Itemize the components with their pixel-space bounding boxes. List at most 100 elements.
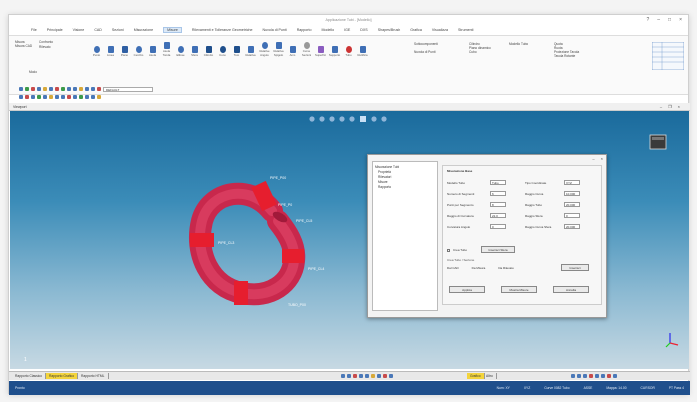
view-tool-icon[interactable] [329,116,335,122]
ribbon-item[interactable]: Modello Tubo [509,42,528,46]
mini-map-icon[interactable] [652,42,684,70]
menu-item[interactable]: Grafica [410,28,422,32]
tool-icon[interactable] [97,95,101,99]
tool-icon[interactable] [19,95,23,99]
nav-icon[interactable] [613,374,617,378]
tool-icon[interactable] [31,87,35,91]
close-icon[interactable]: × [679,17,682,23]
tool-icon[interactable] [91,95,95,99]
ribbon-tool[interactable]: Cono [217,46,228,57]
nav-icon[interactable] [595,374,599,378]
view-tool-icon[interactable] [349,116,355,122]
field-input[interactable]: 8 [490,202,506,207]
menu-item[interactable]: Rapporto [297,28,312,32]
mode-option[interactable]: Rilevato [39,45,51,49]
menu-item[interactable]: Shapes/Brush [378,28,401,32]
menu-item[interactable]: CAD [94,28,102,32]
ribbon-tool[interactable]: Linea [105,46,116,57]
tool-icon[interactable] [43,95,47,99]
field-input[interactable]: 0 [564,213,580,218]
menu-item[interactable]: Misure [163,27,182,33]
ribbon-item[interactable]: Nuvola di Punti [414,50,474,54]
tool-icon[interactable] [91,87,95,91]
tab-html-report[interactable]: Rapporto HTML [78,373,109,379]
tab-graphic-report[interactable]: Rapporto Grafico [45,373,79,379]
ribbon-tool[interactable]: Cilindro [203,46,214,57]
menu-item[interactable]: IGE [344,28,350,32]
nav-icon[interactable] [341,374,345,378]
field-input[interactable]: 20.000 [564,224,580,229]
view-tool-icon[interactable] [339,116,345,122]
tool-icon[interactable] [85,87,89,91]
tab-classic-report[interactable]: Rapporto Classico [12,373,46,379]
nav-icon[interactable] [389,374,393,378]
ribbon-tool[interactable]: Relativa [245,46,256,57]
tool-icon[interactable] [67,87,71,91]
view-tool-icon[interactable] [371,116,377,122]
ribbon-tool[interactable]: Arco [287,46,298,57]
ribbon-tool[interactable]: Curve Sezioni [301,42,312,57]
field-input[interactable]: Tubo [490,180,506,185]
menu-item[interactable]: Nuvola di Punti [263,28,287,32]
tool-icon[interactable] [73,87,77,91]
nav-icon[interactable] [359,374,363,378]
field-input[interactable]: 10.000 [564,191,580,196]
mode-option[interactable]: Confronto [39,40,53,44]
menu-item[interactable]: DXS [360,28,367,32]
check-create[interactable]: Crea Tubo [447,248,467,252]
tab-other[interactable]: Altro [483,373,497,379]
tool-icon[interactable] [31,95,35,99]
menu-item[interactable]: Misurazione [134,28,153,32]
field-input[interactable]: 0 [490,224,506,229]
cancel-button[interactable]: Annulla [553,286,589,293]
ribbon-tool[interactable]: Ellisse [175,46,186,57]
nav-icon[interactable] [601,374,605,378]
view-tool-icon[interactable] [381,116,387,122]
tool-icon[interactable] [97,87,101,91]
nav-icon[interactable] [577,374,581,378]
menu-item[interactable]: Strumenti [458,28,473,32]
radio-option[interactable]: Da Misura [472,266,486,270]
insert-button[interactable]: Inserisci [561,264,589,271]
ribbon-item[interactable]: Tavola Rotante [554,54,604,58]
viewport-tab[interactable]: Viewport [13,105,27,109]
minimize-icon[interactable]: – [660,104,662,109]
3d-viewport[interactable]: 1 PIPE_P00 PIPE_P0 PIPE_CL5 PIPE_CL3 PIP… [10,111,689,369]
nav-icon[interactable] [347,374,351,378]
restore-icon[interactable]: ❐ [668,104,672,109]
pipe-segment[interactable] [234,281,248,305]
menu-item[interactable]: File [31,28,37,32]
ribbon-tool[interactable]: Superfici [315,46,326,57]
tool-icon[interactable] [61,87,65,91]
close-icon[interactable]: × [678,104,680,109]
tool-icon[interactable] [61,95,65,99]
nav-icon[interactable] [365,374,369,378]
view-tool-icon[interactable] [319,116,325,122]
checkbox[interactable] [447,248,450,252]
ribbon-tool[interactable]: Relativa Spigolo [273,42,284,57]
tool-icon[interactable] [85,95,89,99]
tab-graph[interactable]: Grafico [467,373,485,379]
menu-item[interactable]: Principale [47,28,63,32]
nav-icon[interactable] [583,374,587,378]
ribbon-tool[interactable]: Relative Angolo [259,42,270,57]
layer-combo[interactable]: DEFAULT [103,86,153,92]
tool-icon[interactable] [49,87,53,91]
tool-icon[interactable] [43,87,47,91]
menu-item[interactable]: Modello [322,28,335,32]
insert-sphere-button[interactable]: Inserisci Sfera [481,246,515,253]
field-input[interactable]: XYZ [564,180,580,185]
field-input[interactable]: 6 [490,191,506,196]
field-input[interactable]: 20.000 [564,202,580,207]
ribbon-tool[interactable]: Sfera [189,46,200,57]
menu-item[interactable]: Visualizza [432,28,448,32]
field-input[interactable]: 22.0 [490,213,506,218]
nav-icon[interactable] [607,374,611,378]
ribbon-tool[interactable]: Asola Tonda [161,42,172,57]
nav-icon[interactable] [353,374,357,378]
view-tool-icon[interactable] [360,116,366,122]
ribbon-tool[interactable]: Rettifica [357,46,368,57]
ribbon-tool[interactable]: Punto [91,46,102,57]
nav-icon[interactable] [589,374,593,378]
tool-icon[interactable] [49,95,53,99]
